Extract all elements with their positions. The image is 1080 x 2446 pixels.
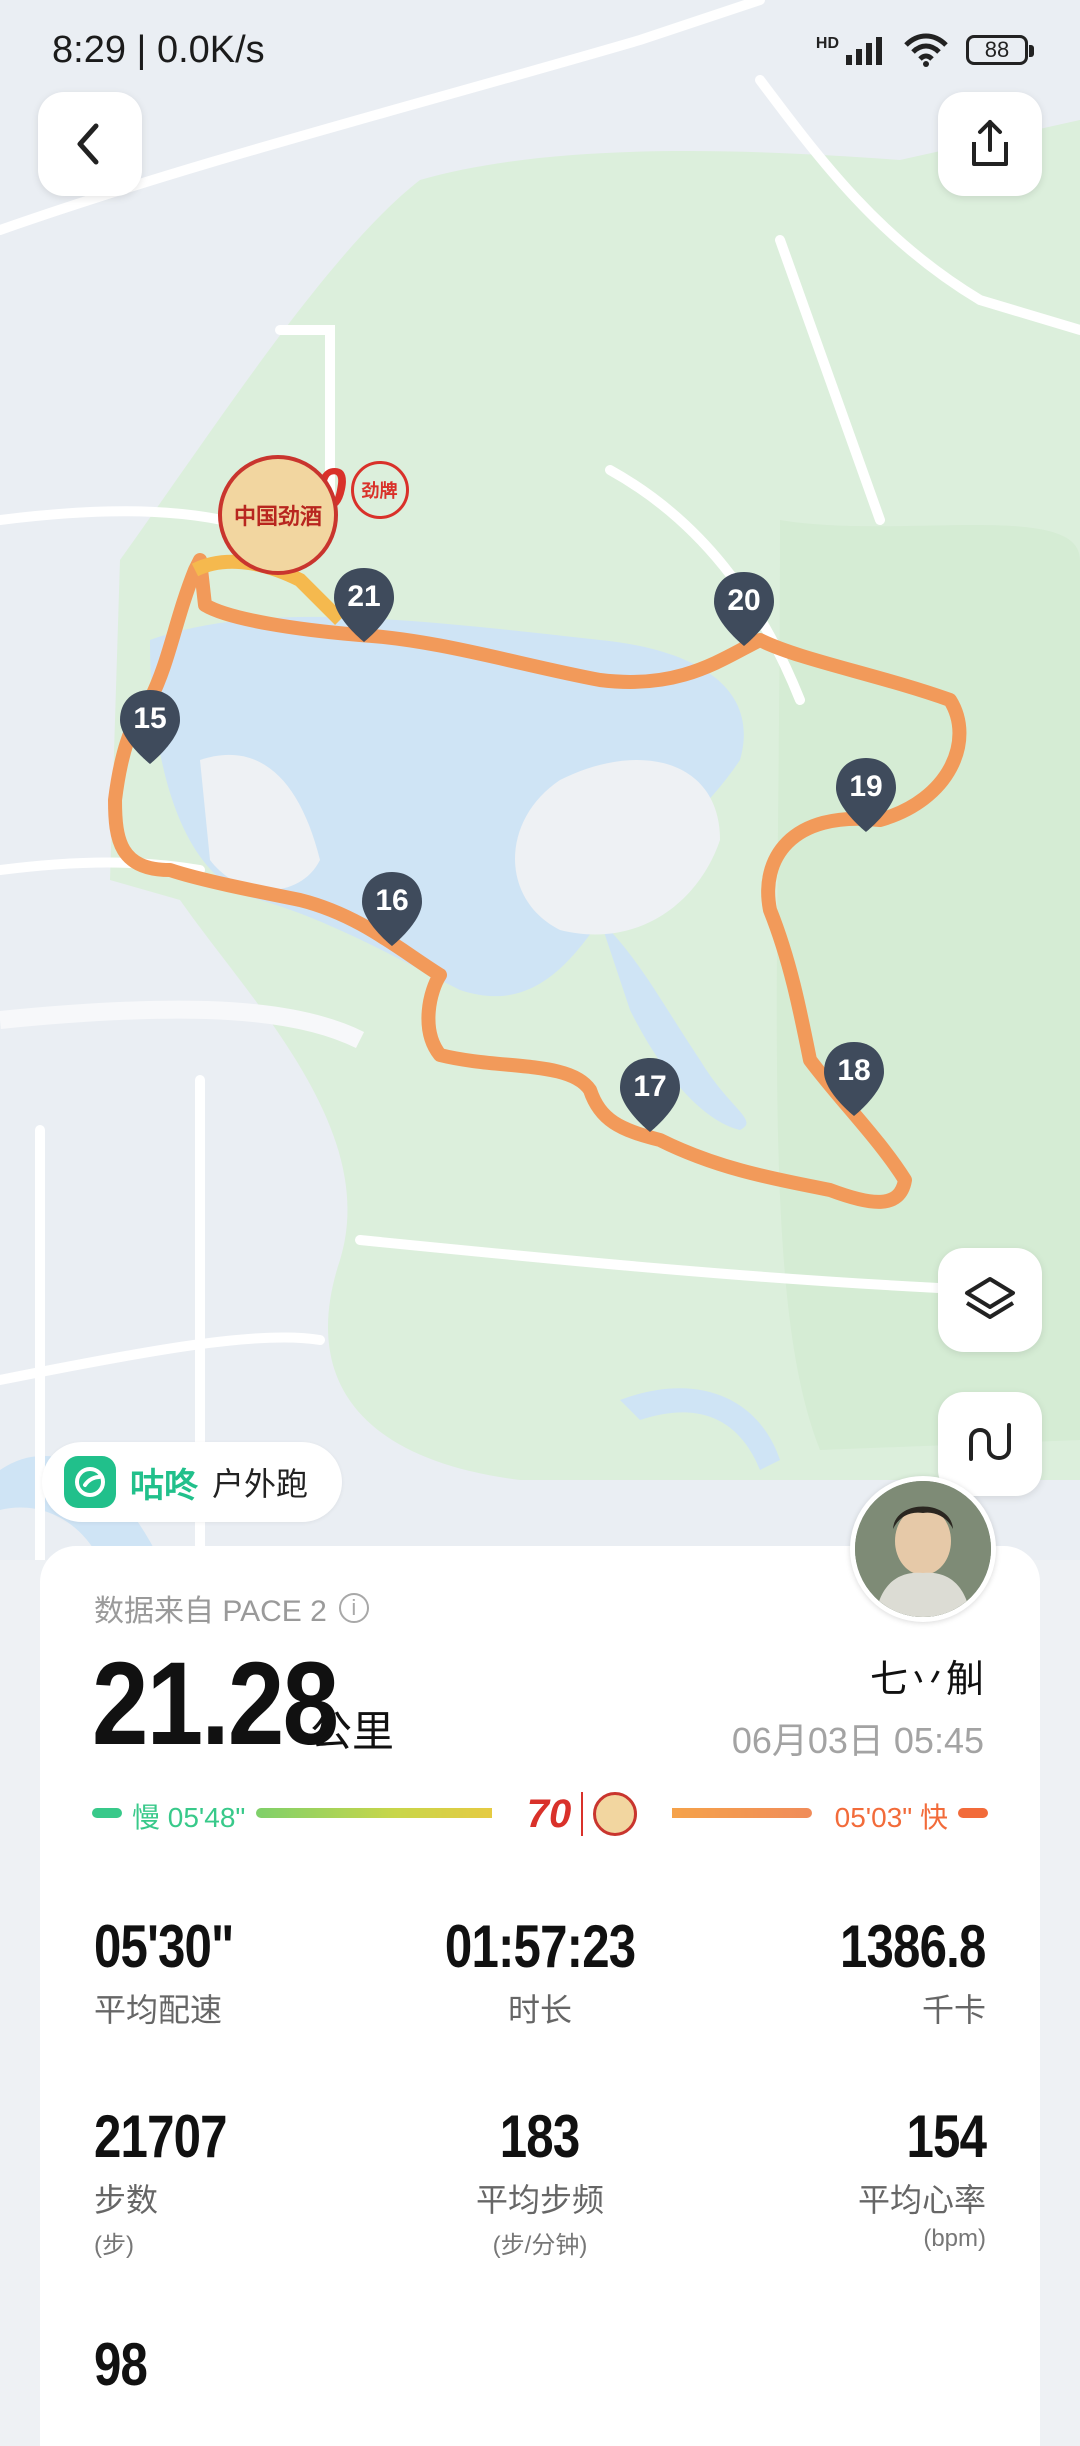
signal-icon: HD [816,35,886,65]
layers-icon [965,1277,1015,1319]
pace-sponsor-badge: 70 [492,1782,672,1846]
info-icon[interactable]: i [338,1593,369,1623]
stat-value: 154 [906,2103,986,2170]
stat-value: 05'30" [94,1913,234,1980]
km-marker-label: 16 [375,884,409,917]
stat-label: 平均步频 [475,2182,604,2218]
stat-unit: (bpm) [923,2225,986,2252]
km-marker-21[interactable]: 21 [332,566,396,644]
avatar-image [855,1481,991,1617]
brand-name: 咕咚 [130,1466,198,1505]
km-marker-label: 18 [837,1054,871,1087]
pace-badge-seal-icon [593,1792,638,1836]
km-marker-16[interactable]: 16 [360,870,424,948]
stat-unit: (步) [94,2232,134,2259]
pace-slow-label: 慢 05'48" [132,1802,246,1833]
stat-unit: (步/分钟) [492,2232,588,2259]
sponsor-badge: 中国劲酒 [218,455,338,575]
summary-card: 数据来自 PACE 2 i 21.28 公里 七丷觓 06月03日 05:45 … [40,1476,1040,2446]
pace-slow-indicator [92,1808,122,1818]
share-button[interactable] [938,92,1042,196]
stat-duration: 01:57:23 时长 [390,1912,690,2031]
sponsor-70-side: 劲牌 [350,460,409,519]
battery-level: 88 [984,37,1010,62]
route-playback-button[interactable] [938,1392,1042,1496]
km-marker-label: 20 [727,584,761,617]
username[interactable]: 七丷觓 [870,1648,984,1703]
stat-label: 平均心率 [857,2182,986,2218]
activity-source-tag: 咕咚 户外跑 [42,1442,342,1522]
stat-value: 21707 [94,2103,228,2170]
status-bar: 8:29 | 0.0K/s HD 88 [0,0,1080,100]
km-marker-label: 17 [633,1070,667,1103]
route-icon [969,1423,1011,1461]
map-canvas [0,0,1080,1560]
status-icons: HD 88 [816,33,1034,67]
stat-label: 步数 [94,2182,159,2218]
activity-datetime: 06月03日 05:45 [731,1720,984,1761]
pace-fast-indicator [958,1808,988,1818]
route-map[interactable]: 中国劲酒 70 劲牌 [0,0,1080,1560]
stat-value: 98 [94,2331,148,2398]
distance-value: 21.28 [92,1638,339,1770]
data-source-text: 数据来自 PACE 2 [94,1595,327,1628]
km-marker-18[interactable]: 18 [822,1040,886,1118]
stat-value: 01:57:23 [444,1913,636,1980]
wifi-icon [904,33,948,67]
stat-extra: 98 [94,2330,394,2399]
status-time: 8:29 | 0.0K/s [52,28,265,71]
stat-label: 平均配速 [94,1992,223,2028]
pace-badge-70: 70 [526,1791,572,1836]
share-icon [972,120,1008,166]
chevron-left-icon [77,123,99,165]
stat-heart-rate: 154 平均心率 (bpm) [686,2102,987,2253]
back-button[interactable] [38,92,142,196]
stat-calories: 1386.8 千卡 [686,1912,986,2031]
stat-label: 千卡 [921,1992,986,2028]
km-marker-label: 15 [133,702,167,735]
battery-icon: 88 [966,35,1034,65]
stat-value: 1386.8 [840,1913,986,1980]
km-marker-label: 19 [849,770,883,803]
km-marker-20[interactable]: 20 [712,570,776,648]
data-source-row[interactable]: 数据来自 PACE 2 i [94,1586,369,1630]
codoon-logo-icon [64,1456,116,1508]
pace-badge-divider [581,1792,584,1836]
km-marker-label: 21 [347,580,381,613]
stat-cadence: 183 平均步频 (步/分钟) [390,2102,690,2260]
stat-avg-pace: 05'30" 平均配速 [94,1912,394,2031]
km-marker-15[interactable]: 15 [118,688,182,766]
sponsor-badge-text: 中国劲酒 [233,504,322,529]
stat-steps: 21707 步数 (步) [94,2102,394,2260]
activity-type: 户外跑 [212,1466,309,1502]
distance-unit: 公里 [310,1708,395,1755]
stat-label: 时长 [507,1992,572,2028]
pace-range-bar: 慢 05'48" 70 05'03" 快 [92,1782,988,1846]
pace-fast-label: 05'03" 快 [834,1802,948,1833]
map-layers-button[interactable] [938,1248,1042,1352]
stat-value: 183 [500,2103,580,2170]
hd-label: HD [815,35,839,52]
km-marker-17[interactable]: 17 [618,1056,682,1134]
user-avatar[interactable] [850,1476,996,1622]
km-marker-19[interactable]: 19 [834,756,898,834]
